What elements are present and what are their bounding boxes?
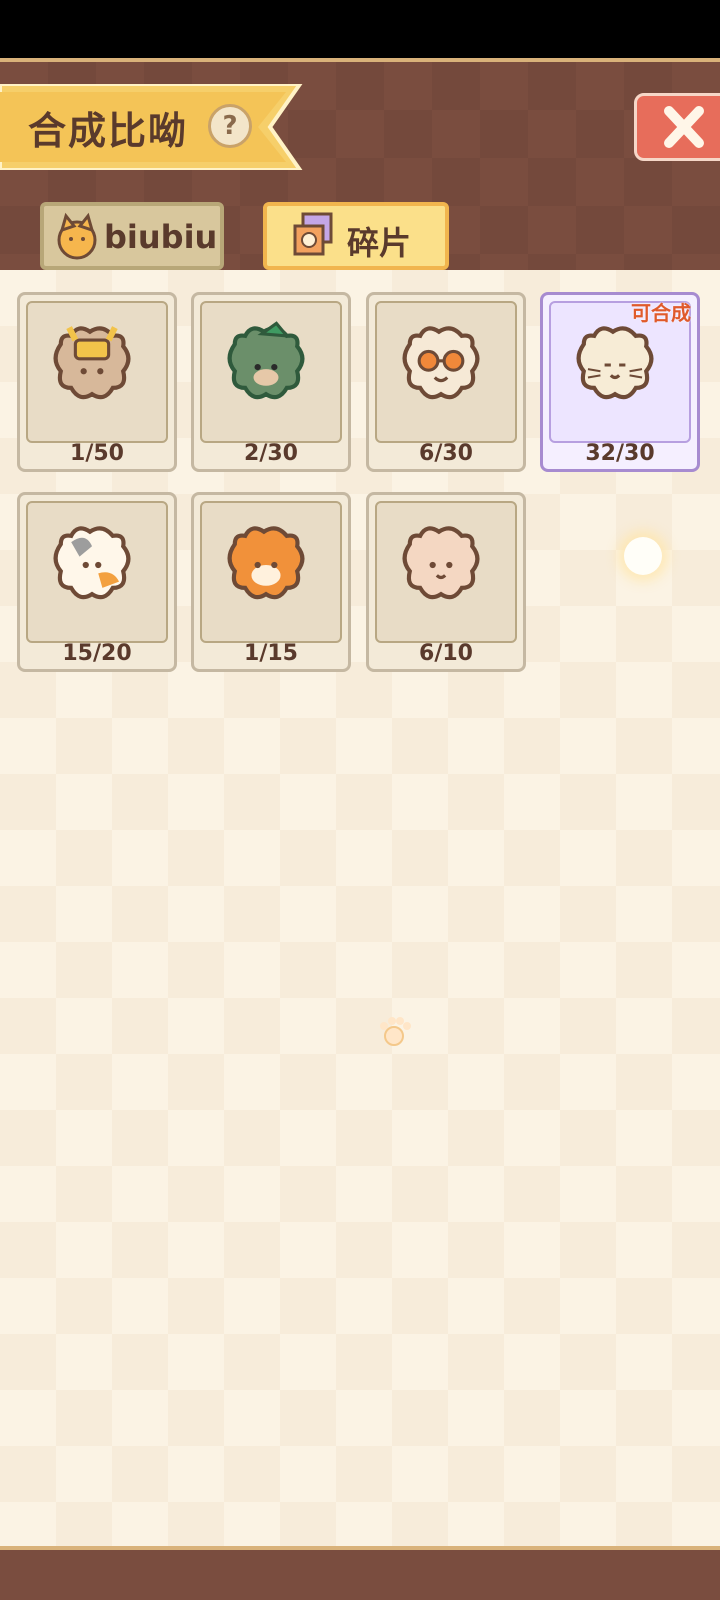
fragment-count: 6/10 [419,641,473,666]
puzzle-piece-icon [53,526,131,600]
close-icon [664,106,704,148]
puzzle-piece-icon [402,326,480,400]
puzzle-piece-icon [402,526,480,600]
tab-biubiu[interactable]: biubiu [40,202,224,270]
puzzle-stack-icon [293,212,333,256]
puzzle-piece-icon [227,321,305,400]
puzzle-piece-icon [53,326,131,400]
cat-icon [57,212,97,260]
help-icon[interactable]: ? [208,104,252,148]
fragment-count: 15/20 [62,641,132,666]
tab-fragments[interactable]: 碎片 [263,202,449,270]
fragment-count: 32/30 [585,441,655,466]
puzzle-piece-icon [227,526,305,600]
fragment-count: 1/15 [244,641,298,666]
fragment-card[interactable]: 1/15 [191,492,351,672]
ready-badge: 可合成 [631,301,691,325]
fragment-card[interactable]: 1/50 [17,292,177,472]
fragment-card[interactable]: 15/20 [17,492,177,672]
fragment-card[interactable]: 6/10 [366,492,526,672]
fragment-card[interactable]: 6/30 [366,292,526,472]
glow-orb [624,537,662,575]
fragment-card[interactable]: 可合成 32/30 [540,292,700,472]
close-button[interactable] [634,93,720,161]
status-bar [0,0,720,58]
tab-label-fragments: 碎片 [347,224,412,262]
paw-icon [380,1017,411,1046]
fragment-count: 2/30 [244,441,298,466]
fragment-card[interactable]: 2/30 [191,292,351,472]
fragment-count: 6/30 [419,441,473,466]
fragment-count: 1/50 [70,441,124,466]
tab-label-biubiu: biubiu [104,218,218,256]
bottom-bar [0,1546,720,1600]
page-title: 合成比呦 [28,109,189,153]
puzzle-piece-icon [576,326,654,400]
